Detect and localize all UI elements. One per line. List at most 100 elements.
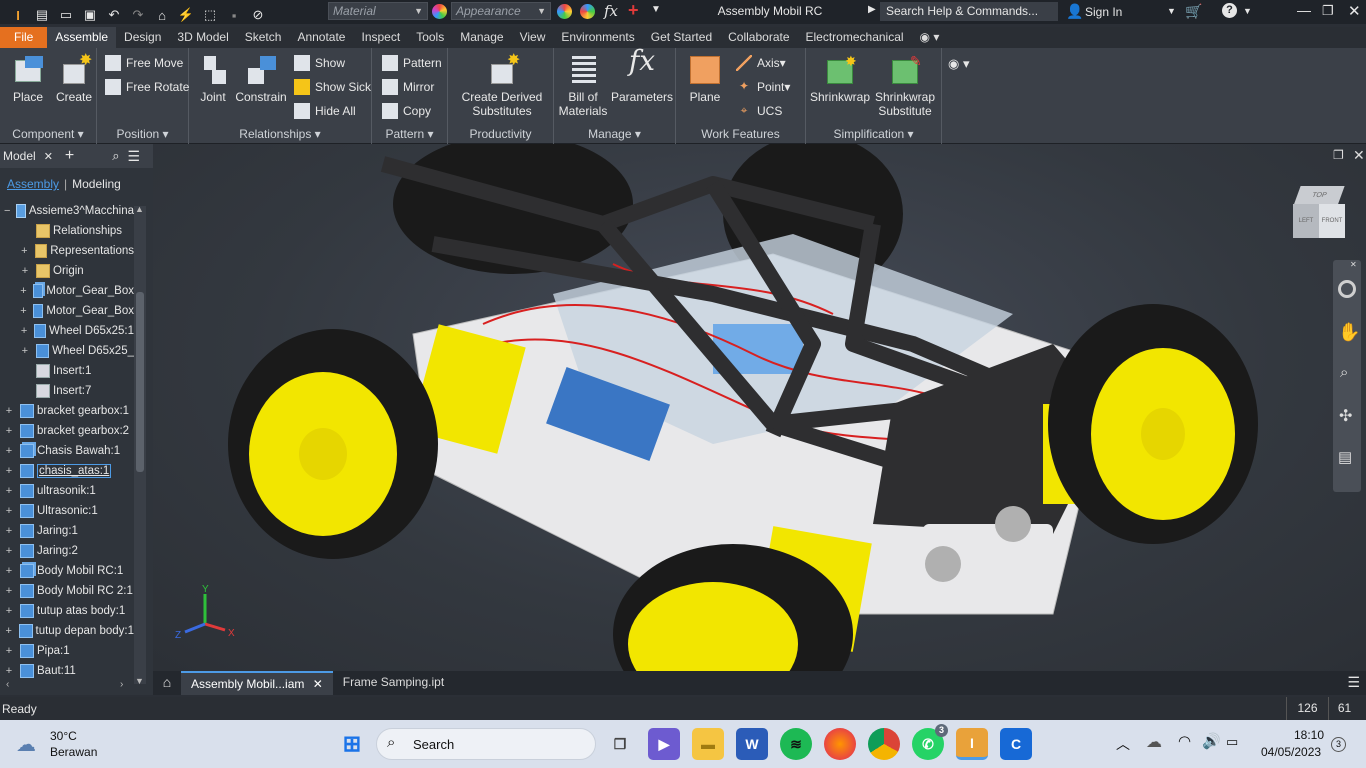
home-tab-icon[interactable]: ⌂: [153, 671, 181, 695]
tree-item[interactable]: + tutup depan body:1: [4, 622, 134, 640]
wheel-front-right[interactable]: [1048, 304, 1258, 544]
show-sick-button[interactable]: Show Sick: [294, 79, 371, 95]
hide-all-button[interactable]: Hide All: [294, 103, 356, 119]
group-label-pattern[interactable]: Pattern ▾: [372, 127, 447, 141]
meet-icon[interactable]: ▶: [648, 728, 680, 760]
start-button[interactable]: ⊞: [336, 728, 368, 760]
help-icon[interactable]: ?: [1222, 3, 1237, 18]
select-icon[interactable]: ⬚: [200, 6, 220, 24]
sign-in-link[interactable]: Sign In: [1085, 5, 1122, 19]
expand-icon[interactable]: +: [4, 665, 14, 677]
ucs-button[interactable]: ⌖ UCS: [736, 103, 783, 119]
customize-dropdown-icon[interactable]: ▼: [651, 4, 661, 15]
tree-item[interactable]: + Pipa:1: [4, 642, 134, 660]
file-explorer-icon[interactable]: ▬: [692, 728, 724, 760]
tab-view[interactable]: View: [512, 27, 554, 48]
expand-icon[interactable]: +: [4, 625, 13, 637]
ribbon-display-options-icon[interactable]: ◉ ▾: [912, 27, 948, 48]
update-icon[interactable]: ⚡: [176, 6, 196, 24]
group-label-simplification[interactable]: Simplification ▾: [806, 127, 941, 141]
pattern-button[interactable]: Pattern: [382, 55, 442, 71]
close-icon[interactable]: ✕: [44, 150, 53, 163]
redo-icon[interactable]: ↷: [128, 6, 148, 24]
copy-button[interactable]: Copy: [382, 103, 431, 119]
cart-icon[interactable]: 🛒: [1185, 3, 1202, 20]
spotify-icon[interactable]: ≋: [780, 728, 812, 760]
collapse-icon[interactable]: −: [4, 205, 10, 217]
group-label-relationships[interactable]: Relationships ▾: [189, 127, 371, 141]
new-file-icon[interactable]: ▤: [32, 6, 52, 24]
expand-icon[interactable]: +: [4, 525, 14, 537]
expand-icon[interactable]: +: [4, 545, 14, 557]
search-help-input[interactable]: Search Help & Commands...: [880, 2, 1058, 21]
free-move-button[interactable]: Free Move: [105, 55, 183, 71]
restore-icon[interactable]: ❐: [1322, 3, 1334, 19]
steering-wheel-icon[interactable]: [1338, 280, 1356, 298]
shrinkwrap-substitute-button[interactable]: ✎ Shrinkwrap Substitute: [872, 54, 938, 118]
tree-item[interactable]: + Motor_Gear_Box: [20, 282, 134, 300]
pan-hand-icon[interactable]: ✋: [1338, 322, 1360, 343]
close-icon[interactable]: ✕: [1348, 2, 1361, 20]
inventor-logo-icon[interactable]: I: [8, 6, 28, 24]
tree-item[interactable]: + ultrasonik:1: [4, 482, 134, 500]
component-icon[interactable]: ▪: [224, 6, 244, 24]
chevron-down-icon[interactable]: ▼: [1167, 6, 1176, 16]
adjust-appearance-icon[interactable]: [557, 4, 572, 19]
group-label-component[interactable]: Component ▾: [0, 127, 96, 141]
tab-collaborate[interactable]: Collaborate: [720, 27, 797, 48]
expand-icon[interactable]: +: [20, 325, 28, 337]
expand-icon[interactable]: +: [4, 565, 14, 577]
viewcube-top-face[interactable]: TOP: [1293, 186, 1345, 206]
search-icon[interactable]: ⌕: [112, 148, 119, 164]
close-icon[interactable]: ✕: [1353, 147, 1365, 164]
tab-inspect[interactable]: Inspect: [353, 27, 408, 48]
expand-icon[interactable]: +: [4, 445, 14, 457]
tree-item[interactable]: Insert:7: [20, 382, 134, 400]
viewcube[interactable]: TOP LEFT FRONT: [1291, 184, 1349, 244]
expand-icon[interactable]: +: [4, 405, 14, 417]
scroll-left-icon[interactable]: ‹: [6, 679, 9, 690]
document-menu-icon[interactable]: ☰: [1347, 674, 1360, 691]
tab-tools[interactable]: Tools: [408, 27, 452, 48]
weather-widget[interactable]: ☁ 30°C Berawan: [16, 728, 116, 760]
scrollbar-thumb[interactable]: [136, 292, 144, 472]
tree-item[interactable]: + Wheel D65x25:1: [20, 322, 134, 340]
clock-time[interactable]: 18:10: [1294, 728, 1324, 742]
clock-date[interactable]: 04/05/2023: [1261, 745, 1321, 759]
tree-item[interactable]: + Body Mobil RC:1: [4, 562, 134, 580]
fx-parameters-icon[interactable]: fx: [604, 2, 618, 20]
parameters-button[interactable]: fx Parameters: [610, 47, 674, 105]
taskbar-search[interactable]: ⌕ Search: [376, 728, 596, 760]
clear-appearance-icon[interactable]: [580, 4, 595, 19]
tree-item[interactable]: + tutup atas body:1: [4, 602, 134, 620]
battery-icon[interactable]: ▭: [1226, 734, 1238, 750]
whatsapp-icon[interactable]: ✆ 3: [912, 724, 948, 760]
menu-icon[interactable]: ☰: [128, 148, 141, 165]
wifi-icon[interactable]: ◠: [1178, 732, 1191, 750]
doc-tab-assembly[interactable]: Assembly Mobil...iam ✕: [181, 671, 333, 695]
create-button[interactable]: ✸ Create: [54, 53, 94, 105]
scroll-down-icon[interactable]: ▼: [135, 676, 144, 686]
joint-button[interactable]: Joint: [195, 54, 231, 104]
firefox-icon[interactable]: [824, 728, 856, 760]
inventor-taskbar-icon[interactable]: I: [956, 728, 988, 760]
group-label-manage[interactable]: Manage ▾: [554, 127, 675, 141]
tree-item[interactable]: + Baut:11: [4, 662, 134, 680]
clear-override-icon[interactable]: ⊘: [248, 6, 268, 24]
expand-icon[interactable]: +: [4, 485, 14, 497]
open-folder-icon[interactable]: ▭: [56, 6, 76, 24]
tree-item[interactable]: + Motor_Gear_Box: [20, 302, 134, 320]
cortana-icon[interactable]: C: [1000, 728, 1032, 760]
subtab-modeling[interactable]: Modeling: [72, 177, 121, 191]
create-derived-substitutes-button[interactable]: ✸ Create Derived Substitutes: [456, 53, 548, 119]
viewcube-front-face[interactable]: FRONT: [1319, 204, 1345, 238]
tree-item[interactable]: + Representations: [20, 242, 134, 260]
expand-icon[interactable]: +: [20, 285, 27, 297]
onedrive-icon[interactable]: ☁: [1146, 732, 1162, 752]
scroll-up-icon[interactable]: ▲: [135, 204, 144, 214]
group-label-position[interactable]: Position ▾: [97, 127, 188, 141]
constrain-button[interactable]: Constrain: [233, 54, 289, 104]
tree-item[interactable]: + Jaring:1: [4, 522, 134, 540]
browser-title[interactable]: Model: [3, 149, 36, 163]
tree-item[interactable]: − Assieme3^Macchina: [4, 202, 134, 220]
